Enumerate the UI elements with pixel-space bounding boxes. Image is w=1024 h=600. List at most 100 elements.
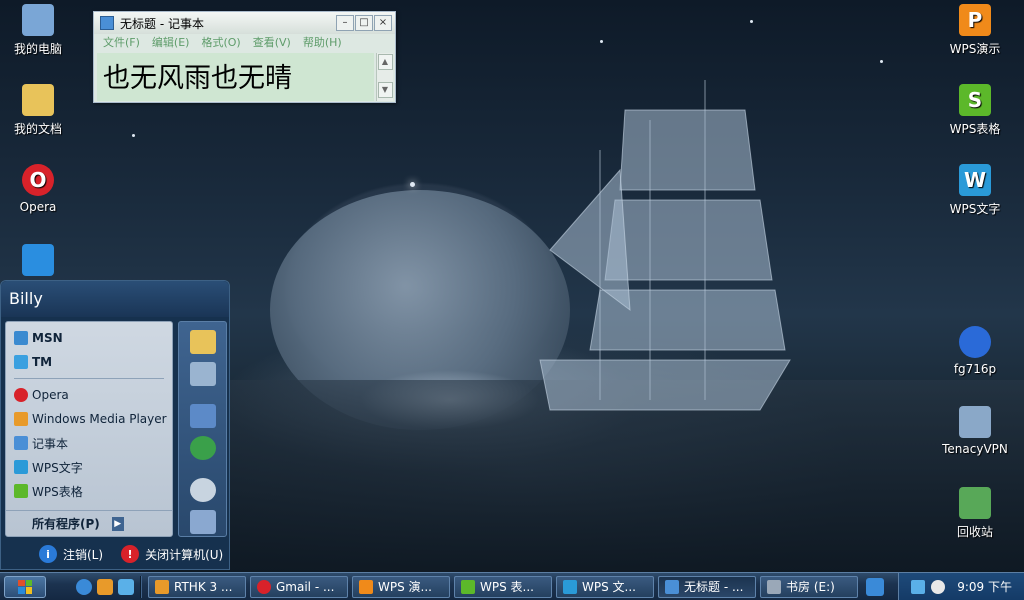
- menu-edit[interactable]: 编辑(E): [152, 34, 190, 50]
- drive-icon: [767, 579, 781, 594]
- menu-view[interactable]: 查看(V): [253, 34, 291, 50]
- taskbar-button-label: Gmail - ...: [276, 579, 335, 594]
- start-menu-item-wps-spreadsheet[interactable]: WPS表格: [6, 479, 172, 503]
- desktop-icon-label: WPS文字: [949, 202, 1001, 216]
- scroll-up-button[interactable]: ▲: [377, 54, 393, 70]
- fg716p-icon: [959, 326, 991, 358]
- network-icon[interactable]: [189, 436, 216, 460]
- browser-icon[interactable]: [118, 578, 134, 595]
- taskbar-button-label: WPS 表...: [480, 580, 534, 594]
- start-menu-programs-pane: MSN TM Opera Windows Media Player 记事本 WP…: [5, 321, 173, 537]
- start-menu-item-msn[interactable]: MSN: [6, 326, 172, 350]
- desktop-icon-my-documents[interactable]: 我的文档: [2, 84, 74, 137]
- start-menu-item-wps-writer[interactable]: WPS文字: [6, 455, 172, 479]
- opera-icon: [14, 388, 28, 402]
- network-icon[interactable]: [911, 579, 926, 594]
- start-menu-item-label: WPS表格: [32, 484, 83, 499]
- menu-file[interactable]: 文件(F): [103, 34, 140, 50]
- all-programs-label: 所有程序(P): [32, 517, 100, 531]
- desktop-icon-tenacyvpn[interactable]: TenacyVPN: [939, 406, 1011, 456]
- search-icon[interactable]: [189, 478, 216, 502]
- logoff-label: 注销(L): [63, 547, 104, 562]
- taskbar-button[interactable]: WPS 文...: [556, 575, 654, 598]
- notepad-icon: [14, 436, 28, 450]
- notepad-titlebar[interactable]: 无标题 - 记事本 – □ ×: [94, 12, 395, 34]
- wps-presentation-icon: [359, 579, 373, 594]
- notepad-window[interactable]: 无标题 - 记事本 – □ × 文件(F) 编辑(E) 格式(O) 查看(V) …: [93, 11, 396, 103]
- start-menu-item-tm[interactable]: TM: [6, 350, 172, 374]
- taskbar-button-label: WPS 文...: [582, 580, 636, 594]
- msn-icon: [14, 331, 28, 345]
- app-icon[interactable]: [866, 577, 884, 596]
- shutdown-button[interactable]: ! 关闭计算机(U): [121, 545, 223, 563]
- notepad-text-area[interactable]: 也无风雨也无晴: [97, 53, 374, 101]
- bird-app-icon: [22, 244, 54, 276]
- notepad-menubar: 文件(F) 编辑(E) 格式(O) 查看(V) 帮助(H): [94, 34, 395, 50]
- maximize-button[interactable]: □: [355, 15, 373, 31]
- taskbar-button[interactable]: Gmail - ...: [250, 575, 348, 598]
- scroll-down-button[interactable]: ▼: [377, 82, 393, 98]
- start-menu-separator: [14, 378, 164, 379]
- internet-explorer-icon[interactable]: [76, 578, 92, 595]
- notepad-title: 无标题 - 记事本: [120, 16, 204, 31]
- menu-format[interactable]: 格式(O): [201, 34, 240, 50]
- desktop-icon-wps-writer[interactable]: W WPS文字: [939, 164, 1011, 217]
- start-menu-item-opera[interactable]: Opera: [6, 383, 172, 407]
- taskbar-button[interactable]: WPS 演...: [352, 575, 450, 598]
- folder-icon[interactable]: [189, 330, 216, 354]
- notepad-vertical-scrollbar[interactable]: ▲ ▼: [376, 53, 393, 101]
- media-player-icon[interactable]: [97, 578, 113, 595]
- desktop-icon-label: WPS演示: [949, 42, 1001, 56]
- logoff-button[interactable]: i 注销(L): [39, 545, 103, 563]
- all-programs-button[interactable]: 所有程序(P) ▶: [6, 510, 172, 536]
- clock[interactable]: 9:09 下午: [957, 578, 1012, 595]
- desktop-icon-wps-spreadsheet[interactable]: S WPS表格: [939, 84, 1011, 137]
- desktop-icon-bird-app[interactable]: [2, 244, 74, 280]
- start-menu-item-label: Windows Media Player: [32, 412, 167, 426]
- star: [880, 60, 883, 63]
- my-documents-icon: [22, 84, 54, 116]
- start-menu-item-label: 记事本: [32, 436, 69, 451]
- tray-app-icon[interactable]: [931, 579, 946, 594]
- star: [600, 40, 603, 43]
- star: [750, 20, 753, 23]
- close-button[interactable]: ×: [374, 15, 392, 31]
- logoff-icon: i: [39, 545, 57, 563]
- desktop-icon-label: TenacyVPN: [942, 442, 1008, 456]
- taskbar-button[interactable]: RTHK 3 ...: [148, 575, 246, 598]
- taskbar-button-label: WPS 演...: [378, 580, 432, 594]
- desktop-icon-opera[interactable]: O Opera: [2, 164, 74, 214]
- desktop-icon-wps-presentation[interactable]: P WPS演示: [939, 4, 1011, 57]
- desktop-icon-my-computer[interactable]: 我的电脑: [2, 4, 74, 57]
- start-button[interactable]: [4, 575, 46, 598]
- desktop-icon-recycle-bin[interactable]: 回收站: [939, 487, 1011, 540]
- wps-spreadsheet-icon: [461, 579, 475, 594]
- desktop-icon-label: 我的文档: [13, 122, 62, 136]
- my-computer-icon: [22, 4, 54, 36]
- recycle-bin-icon: [959, 487, 991, 519]
- taskbar-separator: [140, 575, 142, 598]
- star: [132, 134, 135, 137]
- taskbar-button[interactable]: 无标题 - ...: [658, 575, 756, 598]
- start-menu-user-name: Billy: [1, 281, 229, 317]
- chevron-right-icon: ▶: [111, 516, 124, 531]
- taskbar-button[interactable]: WPS 表...: [454, 575, 552, 598]
- media-player-icon: [155, 579, 169, 594]
- start-menu-item-notepad[interactable]: 记事本: [6, 431, 172, 455]
- minimize-button[interactable]: –: [336, 15, 354, 31]
- taskbar-button[interactable]: 书房 (E:): [760, 575, 858, 598]
- control-panel-icon[interactable]: [189, 404, 216, 428]
- computer-icon[interactable]: [189, 362, 216, 386]
- desktop-icon-fg716p[interactable]: fg716p: [939, 326, 1011, 376]
- start-menu-item-label: WPS文字: [32, 460, 83, 475]
- windows-logo-icon: [18, 579, 32, 594]
- shutdown-icon: !: [121, 545, 140, 563]
- start-menu-item-label: TM: [32, 355, 53, 369]
- start-menu-item-media-player[interactable]: Windows Media Player: [6, 407, 172, 431]
- media-player-icon: [14, 412, 28, 426]
- opera-icon: [257, 579, 271, 594]
- wps-writer-icon: [14, 460, 28, 474]
- menu-help[interactable]: 帮助(H): [303, 34, 342, 50]
- desktop-icon-label: 我的电脑: [13, 42, 62, 56]
- run-icon[interactable]: [189, 510, 216, 534]
